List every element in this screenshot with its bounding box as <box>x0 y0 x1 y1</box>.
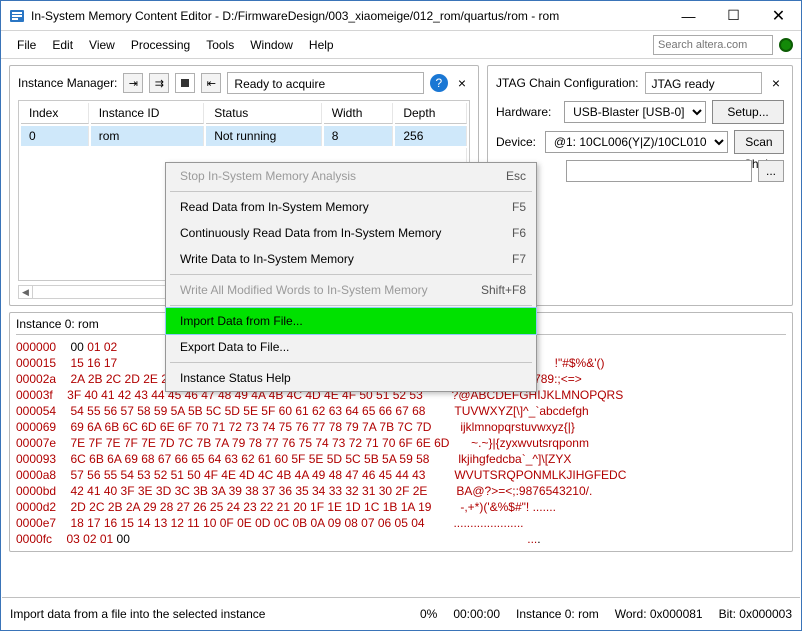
status-message: Import data from a file into the selecte… <box>10 607 265 621</box>
hardware-label: Hardware: <box>496 105 558 119</box>
table-row[interactable]: 0 rom Not running 8 256 <box>21 126 467 146</box>
globe-icon[interactable] <box>779 38 793 52</box>
status-bit: Bit: 0x000003 <box>719 607 792 621</box>
col-depth[interactable]: Depth <box>395 103 467 124</box>
jtag-close-icon[interactable]: × <box>768 75 784 91</box>
menu-write-modified: Write All Modified Words to In-System Me… <box>166 277 536 303</box>
status-percent: 0% <box>420 607 437 621</box>
col-index[interactable]: Index <box>21 103 89 124</box>
acquire-status: Ready to acquire <box>227 72 423 94</box>
menu-write-data[interactable]: Write Data to In-System MemoryF7 <box>166 246 536 272</box>
read-cont-button[interactable]: ⇉ <box>149 73 169 93</box>
context-menu: Stop In-System Memory AnalysisEsc Read D… <box>165 162 537 392</box>
search-box <box>653 35 793 55</box>
menu-bar: File Edit View Processing Tools Window H… <box>1 31 801 59</box>
menu-cont-read[interactable]: Continuously Read Data from In-System Me… <box>166 220 536 246</box>
menu-import-data[interactable]: Import Data from File... <box>166 308 536 334</box>
file-input[interactable] <box>566 160 752 182</box>
jtag-status: JTAG ready <box>645 72 762 94</box>
cell-index: 0 <box>21 126 89 146</box>
maximize-button[interactable]: ☐ <box>711 1 756 30</box>
instance-manager-label: Instance Manager: <box>18 76 117 90</box>
device-label: Device: <box>496 135 539 149</box>
col-width[interactable]: Width <box>324 103 394 124</box>
cell-instanceid: rom <box>91 126 205 146</box>
cell-depth: 256 <box>395 126 467 146</box>
col-instanceid[interactable]: Instance ID <box>91 103 205 124</box>
close-button[interactable]: ✕ <box>756 1 801 30</box>
minimize-button[interactable]: — <box>666 1 711 30</box>
menu-help[interactable]: Help <box>301 31 342 59</box>
read-once-button[interactable]: ⇥ <box>123 73 143 93</box>
write-button[interactable]: ⇤ <box>201 73 221 93</box>
hardware-select[interactable]: USB-Blaster [USB-0] <box>564 101 706 123</box>
jtag-label: JTAG Chain Configuration: <box>496 76 639 90</box>
setup-button[interactable]: Setup... <box>712 100 784 124</box>
menu-edit[interactable]: Edit <box>44 31 81 59</box>
menu-stop-analysis: Stop In-System Memory AnalysisEsc <box>166 163 536 189</box>
menu-window[interactable]: Window <box>242 31 301 59</box>
window-title: In-System Memory Content Editor - D:/Fir… <box>31 9 666 23</box>
menu-view[interactable]: View <box>81 31 123 59</box>
search-input[interactable] <box>653 35 773 55</box>
browse-button[interactable]: ... <box>758 160 784 182</box>
menu-read-data[interactable]: Read Data from In-System MemoryF5 <box>166 194 536 220</box>
menu-processing[interactable]: Processing <box>123 31 198 59</box>
menu-status-help[interactable]: Instance Status Help <box>166 365 536 391</box>
menu-export-data[interactable]: Export Data to File... <box>166 334 536 360</box>
app-icon <box>9 8 25 24</box>
title-bar: In-System Memory Content Editor - D:/Fir… <box>1 1 801 31</box>
stop-button[interactable] <box>175 73 195 93</box>
device-select[interactable]: @1: 10CL006(Y|Z)/10CL010 <box>545 131 728 153</box>
menu-tools[interactable]: Tools <box>198 31 242 59</box>
help-icon[interactable]: ? <box>430 74 448 92</box>
panel-close-icon[interactable]: × <box>454 75 470 91</box>
cell-status: Not running <box>206 126 321 146</box>
col-status[interactable]: Status <box>206 103 321 124</box>
menu-file[interactable]: File <box>9 31 44 59</box>
status-word: Word: 0x000081 <box>615 607 703 621</box>
scan-chain-button[interactable]: Scan Chain <box>734 130 784 154</box>
cell-width: 8 <box>324 126 394 146</box>
status-time: 00:00:00 <box>453 607 500 621</box>
status-bar: Import data from a file into the selecte… <box>2 597 800 629</box>
status-instance: Instance 0: rom <box>516 607 599 621</box>
